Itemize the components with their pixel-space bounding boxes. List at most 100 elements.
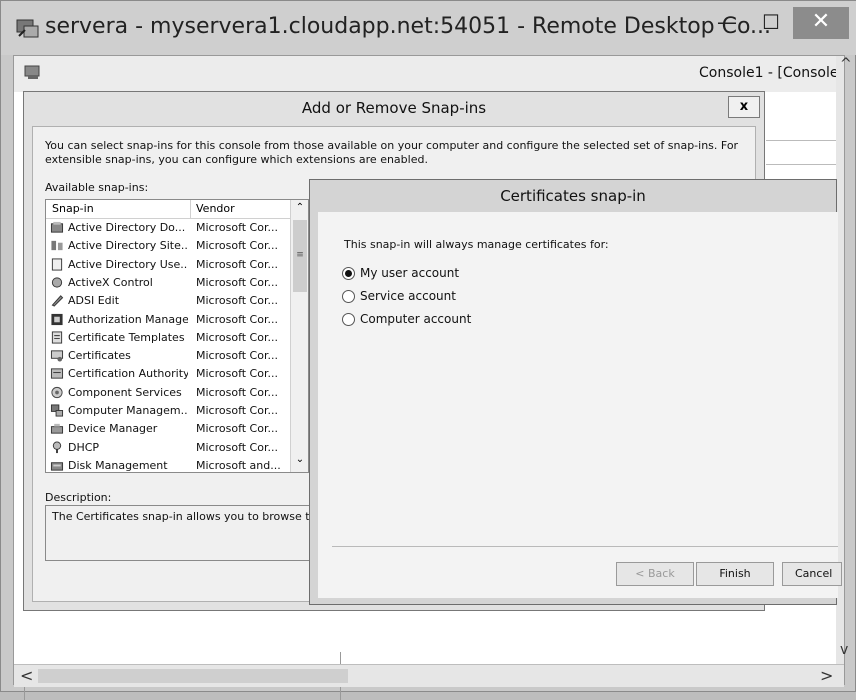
list-item[interactable]: Authorization Manager Microsoft Cor... xyxy=(46,311,290,329)
sites-icon xyxy=(51,241,63,251)
column-header-vendor[interactable]: Vendor xyxy=(196,202,235,215)
list-item[interactable]: ActiveX Control Microsoft Cor... xyxy=(46,274,290,292)
snapin-vendor: Microsoft Cor... xyxy=(196,239,278,253)
ca-icon xyxy=(50,368,64,379)
scrollbar-thumb[interactable] xyxy=(38,669,348,683)
column-header-snapin[interactable]: Snap-in xyxy=(52,202,94,215)
scroll-left-icon[interactable]: < xyxy=(20,666,33,685)
description-box: The Certificates snap-in allows you to b… xyxy=(45,505,323,561)
snapin-name: Device Manager xyxy=(68,422,158,436)
cancel-button[interactable]: Cancel xyxy=(782,562,842,586)
snapin-vendor: Microsoft Cor... xyxy=(196,221,278,234)
list-item[interactable]: Active Directory Site... Microsoft Cor... xyxy=(46,237,290,255)
component-icon xyxy=(51,386,63,398)
dialog-close-button[interactable]: x xyxy=(728,96,760,118)
snapin-name: Computer Managem... xyxy=(68,404,188,417)
list-header: Snap-in Vendor xyxy=(46,200,290,219)
console-icon[interactable] xyxy=(24,64,42,80)
snapin-name: Certification Authority xyxy=(68,367,188,381)
title-bar[interactable]: servera - myservera1.cloudapp.net:54051 … xyxy=(1,1,856,55)
scrollbar-thumb[interactable]: ≡ xyxy=(293,220,307,292)
snapin-name: Active Directory Use... xyxy=(68,257,188,271)
scroll-right-icon[interactable]: > xyxy=(820,666,833,685)
chevron-up-icon[interactable]: ⌃ xyxy=(291,202,308,213)
radio-label[interactable]: My user account xyxy=(360,266,459,280)
device-icon xyxy=(50,424,64,434)
list-item[interactable]: Active Directory Do... Microsoft Cor... xyxy=(46,219,290,237)
snapin-vendor: Microsoft Cor... xyxy=(196,275,278,289)
radio-unselected-icon[interactable] xyxy=(342,290,355,303)
snapin-vendor: Microsoft and... xyxy=(196,458,281,472)
list-scrollbar[interactable]: ⌃ ≡ ⌄ xyxy=(290,200,308,472)
snapin-name: DHCP xyxy=(68,440,100,454)
scroll-up-icon[interactable]: ^ xyxy=(840,56,856,76)
adsi-icon xyxy=(51,295,64,307)
list-item[interactable]: Disk Management Microsoft and... xyxy=(46,457,290,472)
close-window-button[interactable]: ✕ xyxy=(793,7,849,39)
remote-desktop-window: servera - myservera1.cloudapp.net:54051 … xyxy=(0,0,856,700)
list-item[interactable]: Component Services Microsoft Cor... xyxy=(46,384,290,402)
snapin-name: Component Services xyxy=(68,385,182,399)
scroll-down-icon[interactable]: v xyxy=(840,642,856,662)
back-button[interactable]: < Back xyxy=(616,562,694,586)
list-item[interactable]: Device Manager Microsoft Cor... xyxy=(46,420,290,438)
computer-management-icon xyxy=(50,404,64,417)
snapin-name: Certificate Templates xyxy=(68,330,185,344)
templates-icon xyxy=(51,331,63,344)
snapin-name: ADSI Edit xyxy=(68,294,120,308)
list-item[interactable]: DHCP Microsoft Cor... xyxy=(46,439,290,457)
snapin-vendor: Microsoft Cor... xyxy=(196,330,278,344)
column-divider[interactable] xyxy=(190,200,191,218)
users-icon xyxy=(51,258,63,271)
snapin-vendor: Microsoft Cor... xyxy=(196,385,278,399)
description-label: Description: xyxy=(45,491,112,504)
radio-unselected-icon[interactable] xyxy=(342,313,355,326)
horizontal-scrollbar[interactable]: < > xyxy=(14,664,844,687)
console-title: Console1 - [Console xyxy=(699,65,839,81)
radio-label[interactable]: Service account xyxy=(360,289,456,303)
list-item[interactable]: Active Directory Use... Microsoft Cor... xyxy=(46,256,290,274)
snapin-vendor: Microsoft Cor... xyxy=(196,404,278,417)
snapin-vendor: Microsoft Cor... xyxy=(196,257,278,271)
available-snapins-label: Available snap-ins: xyxy=(45,181,149,194)
radio-selected-icon[interactable] xyxy=(342,267,355,280)
dialog-description: You can select snap-ins for this console… xyxy=(45,139,739,166)
list-item[interactable]: Certification Authority Microsoft Cor... xyxy=(46,365,290,383)
certificates-snapin-dialog: Certificates snap-in This snap-in will a… xyxy=(309,179,842,605)
snapin-vendor: Microsoft Cor... xyxy=(196,294,278,308)
list-item[interactable]: ADSI Edit Microsoft Cor... xyxy=(46,292,290,310)
minimize-button[interactable]: — xyxy=(707,7,747,39)
certificates-icon xyxy=(50,350,64,362)
snapin-name: Certificates xyxy=(68,349,131,363)
list-item[interactable]: Computer Managem... Microsoft Cor... xyxy=(46,402,290,420)
wizard-page: This snap-in will always manage certific… xyxy=(318,212,842,598)
activex-icon xyxy=(51,277,63,288)
available-snapins-list[interactable]: Snap-in Vendor Active Directory Do... Mic… xyxy=(45,199,309,473)
snapin-vendor: Microsoft Cor... xyxy=(196,440,278,454)
list-item[interactable]: Certificate Templates Microsoft Cor... xyxy=(46,329,290,347)
maximize-button[interactable]: ☐ xyxy=(751,7,791,39)
snapin-vendor: Microsoft Cor... xyxy=(196,312,278,326)
snapin-vendor: Microsoft Cor... xyxy=(196,367,278,381)
snapin-vendor: Microsoft Cor... xyxy=(196,349,278,363)
window-title: servera - myservera1.cloudapp.net:54051 … xyxy=(45,14,772,39)
snapin-vendor: Microsoft Cor... xyxy=(196,422,278,436)
radio-label[interactable]: Computer account xyxy=(360,312,471,326)
grip-icon: ≡ xyxy=(296,250,304,260)
dialog-title: Add or Remove Snap-ins xyxy=(301,99,487,117)
chevron-down-icon[interactable]: ⌄ xyxy=(291,454,308,465)
directory-icon xyxy=(50,221,64,233)
finish-button[interactable]: Finish xyxy=(696,562,774,586)
console-toolbar: Console1 - [Console xyxy=(14,56,844,93)
snapin-name: Authorization Manager xyxy=(68,312,188,326)
authorization-icon xyxy=(51,313,63,325)
snapin-name: Active Directory Do... xyxy=(68,221,186,234)
snapin-name: Disk Management xyxy=(68,458,168,472)
dhcp-icon xyxy=(52,441,62,453)
disk-icon xyxy=(50,462,64,471)
divider xyxy=(332,546,838,547)
wizard-prompt: This snap-in will always manage certific… xyxy=(344,238,609,251)
list-item[interactable]: Certificates Microsoft Cor... xyxy=(46,347,290,365)
dialog-title: Certificates snap-in xyxy=(500,187,646,205)
snapin-name: ActiveX Control xyxy=(68,275,153,289)
